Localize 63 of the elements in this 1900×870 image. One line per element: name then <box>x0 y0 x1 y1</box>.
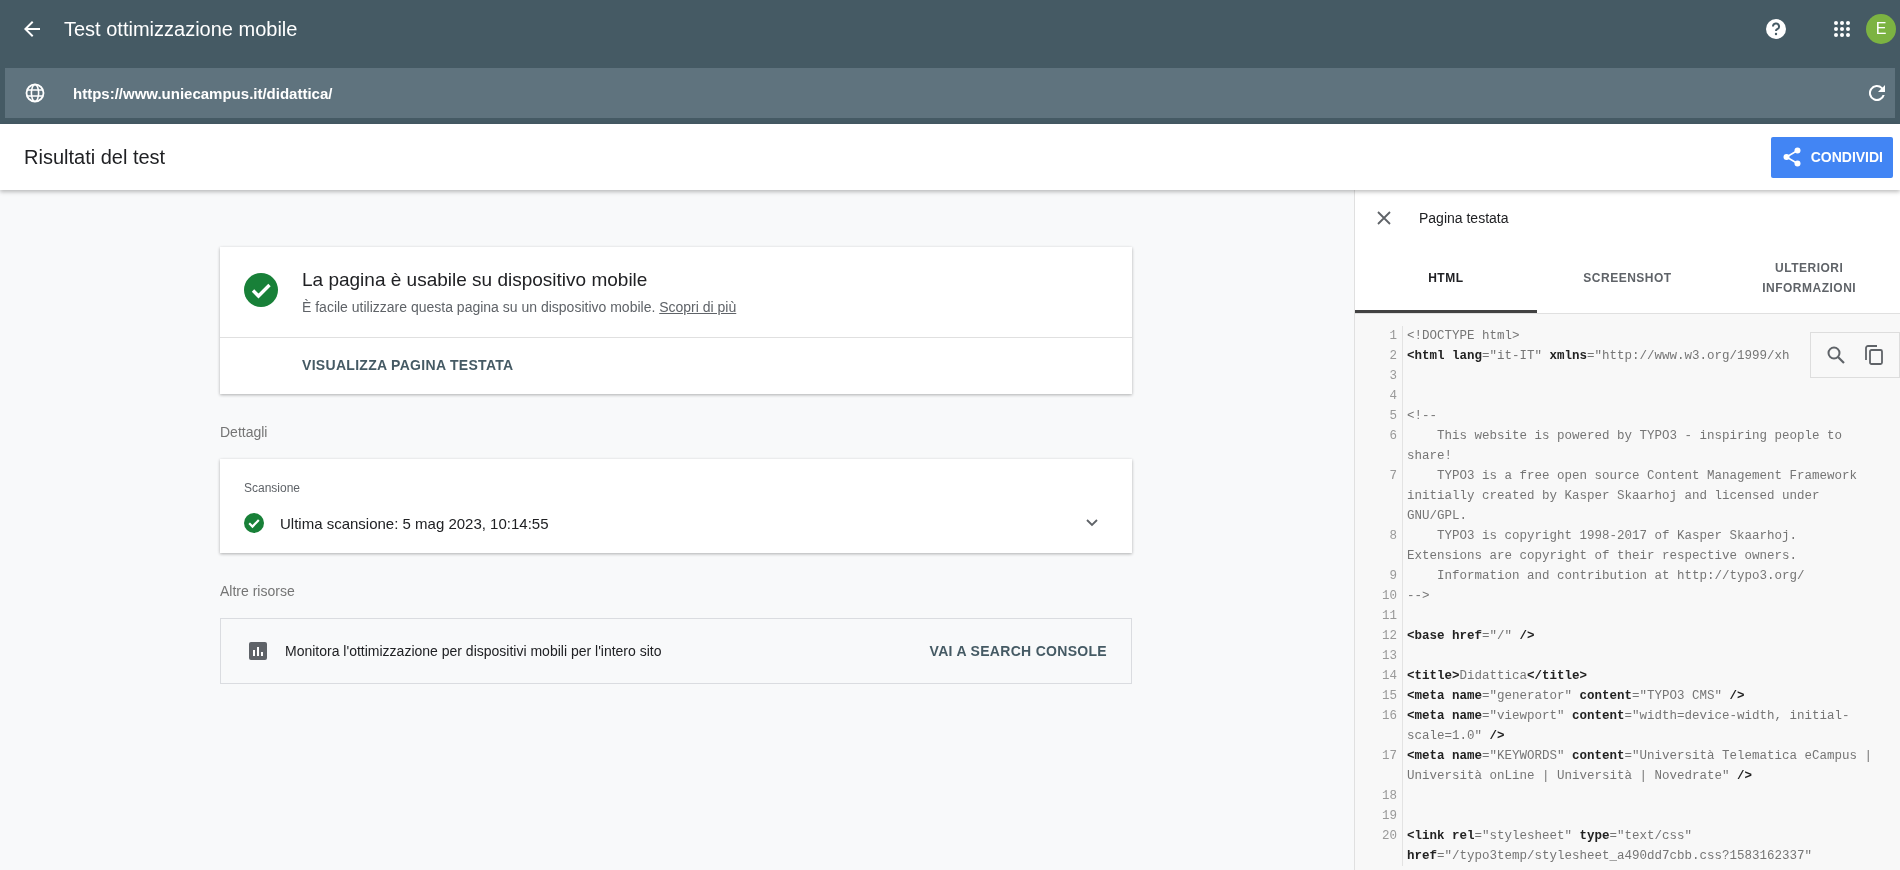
search-icon[interactable] <box>1827 346 1845 364</box>
crawl-date: Ultima scansione: 5 mag 2023, 10:14:55 <box>280 514 549 532</box>
panel-tab[interactable]: SCREENSHOT <box>1536 245 1719 313</box>
line-number: 16 <box>1355 706 1403 746</box>
code-line: This website is powered by TYPO3 - inspiring people to share! <box>1406 428 1844 465</box>
check-circle-icon <box>244 273 278 307</box>
help-icon[interactable] <box>1766 19 1786 39</box>
line-number: 1 <box>1355 326 1403 346</box>
line-number: 18 <box>1355 786 1403 806</box>
results-title: Risultati del test <box>24 145 166 169</box>
code-line: <base href="/" /> <box>1406 628 1536 645</box>
line-number: 2 <box>1355 346 1403 366</box>
section-heading: Altre risorse <box>220 583 296 599</box>
panel-tab[interactable]: ULTERIORI INFORMAZIONI <box>1718 245 1900 313</box>
line-number: 10 <box>1355 586 1403 606</box>
bar-chart-icon <box>249 642 267 660</box>
page-title: Test ottimizzazione mobile <box>64 17 298 41</box>
line-number: 6 <box>1355 426 1403 466</box>
close-icon[interactable] <box>1377 210 1391 225</box>
code-line: <meta name="KEYWORDS" content="Università Telematica eCampus | Università onLine | Università | Novedrate" /> <box>1406 748 1874 785</box>
code-line: <title>Didattica</title> <box>1406 668 1589 685</box>
back-arrow-icon[interactable] <box>24 21 40 37</box>
code-line: TYPO3 is copyright 1998-2017 of Kasper Skaarhoj. Extensions are copyright of their respective owners. <box>1406 528 1799 565</box>
line-number: 15 <box>1355 686 1403 706</box>
code-line: Information and contribution at http://typo3.org/ <box>1436 568 1806 585</box>
result-title: La pagina è usabile su dispositivo mobile <box>302 269 649 291</box>
line-number: 19 <box>1355 806 1403 826</box>
learn-more-link[interactable]: Scopri di più <box>659 299 737 315</box>
result-description: È facile utilizzare questa pagina su un dispositivo mobile. Scopri di più <box>302 299 737 315</box>
line-number: 11 <box>1355 606 1403 626</box>
code-line: <html lang="it-IT" xmlns="http://www.w3.org/1999/xh <box>1406 348 1791 365</box>
copy-icon[interactable] <box>1865 345 1883 365</box>
line-number: 17 <box>1355 746 1403 786</box>
apps-grid-icon[interactable] <box>1834 21 1850 37</box>
code-line: --> <box>1406 588 1431 605</box>
line-number: 5 <box>1355 406 1403 426</box>
code-line: TYPO3 is a free open source Content Management Framework initially created by Kasper Skaarhoj and licensed under GNU/GPL. <box>1406 468 1859 525</box>
panel-title: Pagina testata <box>1419 209 1509 226</box>
section-heading: Dettagli <box>220 424 269 440</box>
line-number: 9 <box>1355 566 1403 586</box>
resource-text: Monitora l'ottimizzazione per dispositivi mobili per l'intero sito <box>285 643 662 659</box>
line-number: 7 <box>1355 466 1403 526</box>
share-button[interactable]: CONDIVIDI <box>1770 136 1893 178</box>
line-number: 3 <box>1355 366 1403 386</box>
section-label: Scansione <box>244 481 302 495</box>
line-number: 20 <box>1355 826 1403 866</box>
line-number: 13 <box>1355 646 1403 666</box>
chevron-icon[interactable] <box>1086 519 1098 527</box>
line-number: 14 <box>1355 666 1403 686</box>
code-line: <meta name="generator" content="TYPO3 CMS" /> <box>1406 688 1746 705</box>
url-field[interactable]: https://www.uniecampus.it/didattica/ <box>5 68 1895 118</box>
line-number: 8 <box>1355 526 1403 566</box>
share-icon <box>1782 147 1801 167</box>
check-circle-icon <box>244 513 264 533</box>
line-number: 4 <box>1355 386 1403 406</box>
view-tested-page-button[interactable]: VISUALIZZA PAGINA TESTATA <box>302 357 514 373</box>
code-line: <!-- <box>1406 408 1438 425</box>
reload-icon[interactable] <box>1869 85 1885 101</box>
search-console-button[interactable]: VAI A SEARCH CONSOLE <box>929 643 1107 659</box>
line-number: 12 <box>1355 626 1403 646</box>
globe-icon <box>25 83 45 103</box>
code-line: <!DOCTYPE html> <box>1406 328 1521 345</box>
code-line: <link rel="stylesheet" type="text/css" href="/typo3temp/stylesheet_a490dd7cbb.css?1583162337" <box>1406 828 1814 865</box>
